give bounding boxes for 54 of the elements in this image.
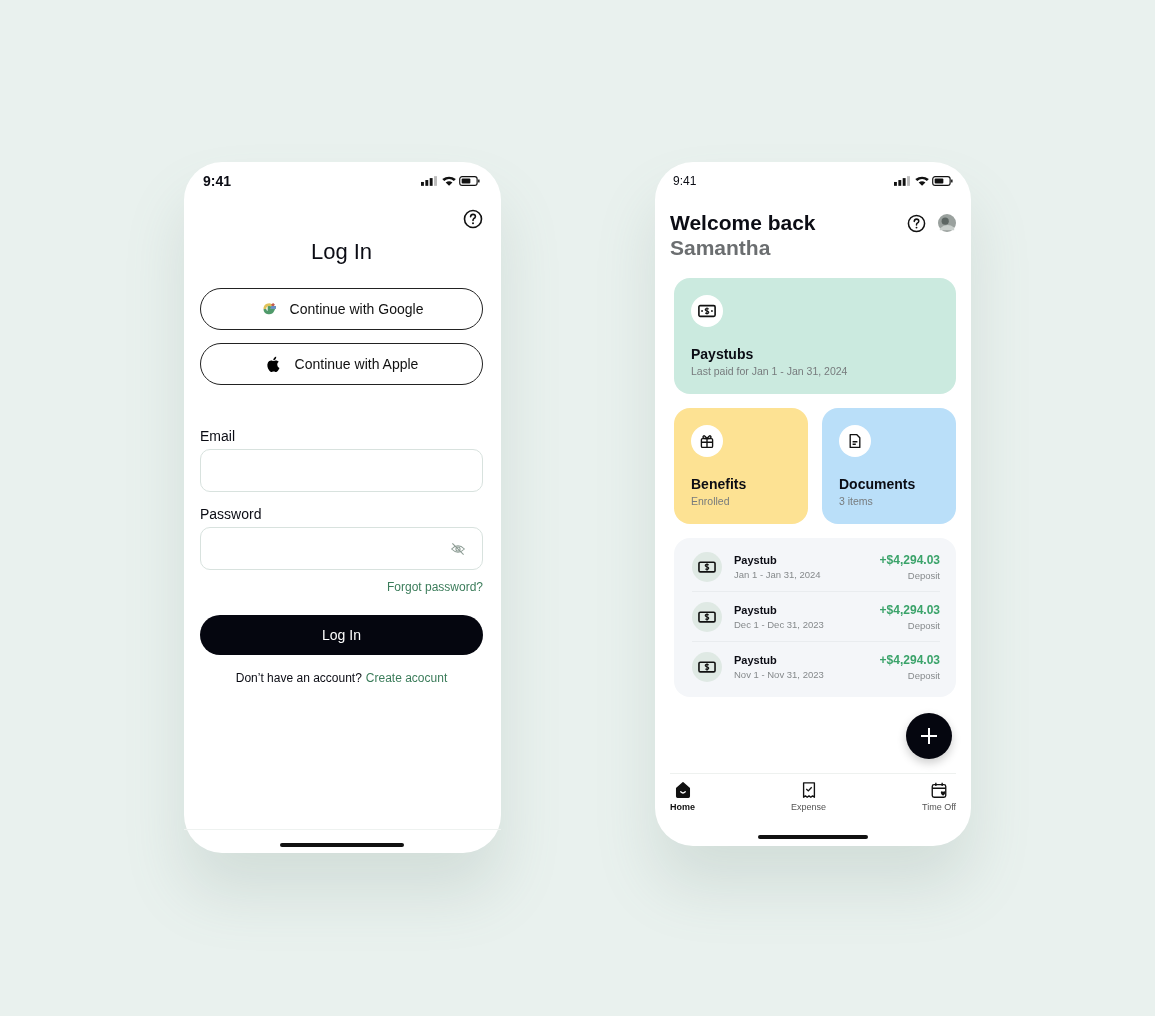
card-subtitle: Last paid for Jan 1 - Jan 31, 2024 (691, 365, 849, 377)
user-name: Samantha (670, 235, 772, 260)
email-field[interactable] (200, 449, 483, 492)
transaction-dates: Nov 1 - Nov 31, 2023 (734, 668, 825, 680)
card-title: Paystubs (691, 346, 755, 362)
transaction-title: Paystub (734, 603, 778, 616)
calendar-icon (930, 781, 948, 799)
summary-card[interactable]: Benefits Enrolled (674, 408, 808, 524)
transaction-amount: +$4,294.03 (879, 602, 940, 617)
transaction-title: Paystub (734, 553, 778, 566)
transaction-type: Deposit (906, 669, 940, 681)
social-login-button[interactable]: Continue with Google (200, 288, 483, 330)
signup-prompt: Don’t have an account? (235, 671, 362, 685)
summary-card[interactable]: Documents 3 items (822, 408, 956, 524)
gift-icon (698, 433, 716, 449)
forgot-password-link[interactable]: Forgot password? (386, 580, 483, 594)
transaction-dates: Jan 1 - Jan 31, 2024 (734, 568, 822, 580)
login-button[interactable]: Log In (200, 615, 483, 655)
nav-tab[interactable]: Time Off (922, 781, 956, 812)
card-subtitle: 3 items (839, 495, 874, 507)
transaction-amount: +$4,294.03 (879, 552, 940, 567)
help-icon[interactable] (907, 214, 926, 233)
nav-tab[interactable]: Home (670, 781, 695, 812)
nav-tab[interactable]: Expense (791, 781, 826, 812)
hidden-eye-icon[interactable] (450, 540, 466, 557)
screen-title: Log In (309, 239, 374, 265)
avatar[interactable] (938, 214, 956, 232)
create-account-link[interactable]: Create acocunt (365, 671, 448, 685)
transaction-title: Paystub (734, 653, 778, 666)
greeting: Welcome back (670, 210, 817, 235)
banknote-icon (698, 303, 716, 319)
transaction-type: Deposit (906, 569, 940, 581)
house-icon (673, 781, 692, 799)
add-button[interactable] (906, 713, 952, 759)
social-login-button[interactable]: Continue with Apple (200, 343, 483, 385)
card-subtitle: Enrolled (691, 495, 731, 507)
field-label: Password (200, 506, 263, 522)
help-icon[interactable] (463, 209, 483, 229)
status-time: 9:41 (203, 173, 232, 189)
status-time: 9:41 (673, 174, 697, 188)
transaction-dates: Dec 1 - Dec 31, 2023 (734, 618, 825, 630)
status-icons (421, 175, 481, 187)
card-title: Documents (839, 476, 917, 492)
transaction-type: Deposit (906, 619, 940, 631)
status-icons (894, 175, 954, 187)
card-title: Benefits (691, 476, 748, 492)
banknote-icon (692, 601, 722, 632)
plus-icon (919, 726, 939, 746)
banknote-icon (692, 551, 722, 582)
banknote-icon (692, 651, 722, 682)
transaction-amount: +$4,294.03 (879, 652, 940, 667)
field-label: Email (200, 428, 236, 444)
password-field[interactable] (200, 527, 483, 570)
summary-card[interactable]: Paystubs Last paid for Jan 1 - Jan 31, 2024 (674, 278, 956, 394)
